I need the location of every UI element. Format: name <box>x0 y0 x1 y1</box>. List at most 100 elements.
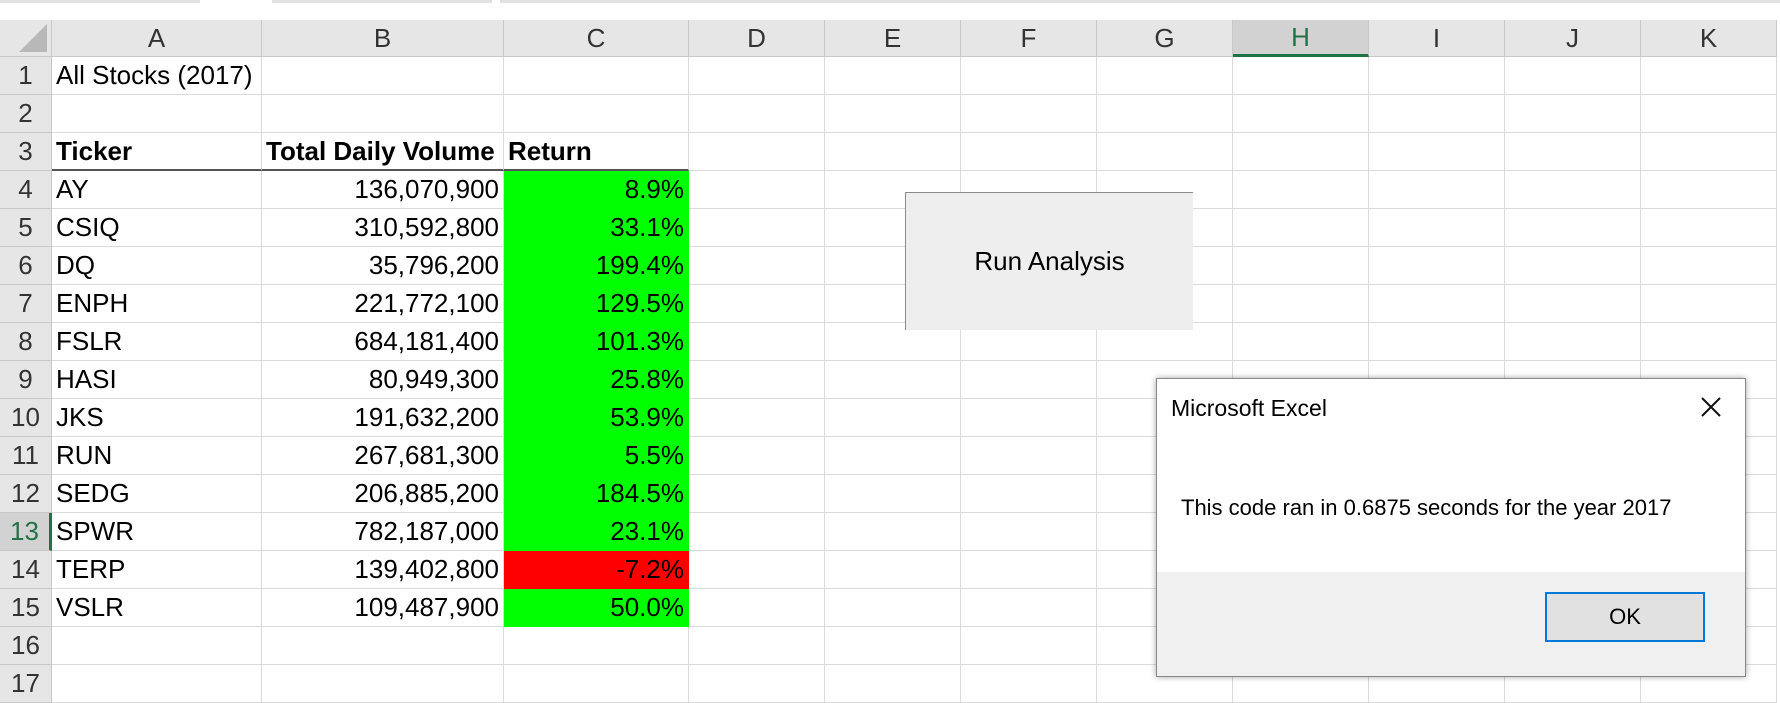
cell[interactable]: JKS <box>52 399 262 437</box>
cell[interactable] <box>689 247 825 285</box>
cell[interactable] <box>689 665 825 703</box>
cell[interactable] <box>1369 285 1505 323</box>
cell[interactable] <box>961 95 1097 133</box>
cell[interactable]: 33.1% <box>504 209 689 247</box>
column-header-e[interactable]: E <box>825 20 961 57</box>
cell[interactable] <box>1369 171 1505 209</box>
cell[interactable] <box>825 475 961 513</box>
cell[interactable]: Return <box>504 133 689 171</box>
cell[interactable]: Ticker <box>52 133 262 171</box>
cell[interactable]: 267,681,300 <box>262 437 504 475</box>
cell[interactable] <box>1505 133 1641 171</box>
cell[interactable]: SPWR <box>52 513 262 551</box>
cell[interactable] <box>825 133 961 171</box>
cell[interactable]: TERP <box>52 551 262 589</box>
row-header-5[interactable]: 5 <box>0 209 52 247</box>
column-header-h[interactable]: H <box>1233 20 1369 57</box>
cell[interactable] <box>689 285 825 323</box>
cell[interactable] <box>689 513 825 551</box>
cell[interactable]: DQ <box>52 247 262 285</box>
cell[interactable]: 35,796,200 <box>262 247 504 285</box>
cell[interactable] <box>1505 209 1641 247</box>
cell[interactable] <box>1505 171 1641 209</box>
close-icon[interactable] <box>1689 387 1733 427</box>
cell[interactable] <box>689 399 825 437</box>
cell[interactable] <box>825 665 961 703</box>
cell[interactable] <box>689 475 825 513</box>
cell[interactable] <box>1505 247 1641 285</box>
cell[interactable] <box>1369 95 1505 133</box>
cell[interactable] <box>961 475 1097 513</box>
cell[interactable] <box>1233 209 1369 247</box>
cell[interactable] <box>1097 57 1233 95</box>
cell[interactable] <box>1369 323 1505 361</box>
cell[interactable]: 23.1% <box>504 513 689 551</box>
cell[interactable]: 5.5% <box>504 437 689 475</box>
cell[interactable] <box>1505 323 1641 361</box>
cell[interactable] <box>689 551 825 589</box>
column-header-f[interactable]: F <box>961 20 1097 57</box>
cell[interactable] <box>1369 209 1505 247</box>
cell[interactable] <box>961 513 1097 551</box>
cell[interactable] <box>689 209 825 247</box>
cell[interactable]: FSLR <box>52 323 262 361</box>
cell[interactable]: 129.5% <box>504 285 689 323</box>
cell[interactable] <box>1233 57 1369 95</box>
cell[interactable] <box>825 513 961 551</box>
cell[interactable] <box>1641 171 1777 209</box>
row-header-2[interactable]: 2 <box>0 95 52 133</box>
cell[interactable]: CSIQ <box>52 209 262 247</box>
cell[interactable] <box>1233 285 1369 323</box>
column-header-g[interactable]: G <box>1097 20 1233 57</box>
cell[interactable] <box>1641 323 1777 361</box>
column-header-d[interactable]: D <box>689 20 825 57</box>
row-header-6[interactable]: 6 <box>0 247 52 285</box>
cell[interactable] <box>825 399 961 437</box>
cell[interactable]: SEDG <box>52 475 262 513</box>
cell[interactable]: 53.9% <box>504 399 689 437</box>
column-header-c[interactable]: C <box>504 20 689 57</box>
cell[interactable] <box>961 361 1097 399</box>
cell[interactable] <box>1641 209 1777 247</box>
cell[interactable] <box>825 57 961 95</box>
column-header-i[interactable]: I <box>1369 20 1505 57</box>
cell[interactable]: 139,402,800 <box>262 551 504 589</box>
row-header-11[interactable]: 11 <box>0 437 52 475</box>
cell[interactable] <box>1233 133 1369 171</box>
cell[interactable] <box>825 551 961 589</box>
cell[interactable] <box>1641 95 1777 133</box>
cell[interactable]: 80,949,300 <box>262 361 504 399</box>
cell[interactable] <box>961 665 1097 703</box>
cell[interactable]: 184.5% <box>504 475 689 513</box>
cell[interactable] <box>1369 133 1505 171</box>
cell[interactable]: 136,070,900 <box>262 171 504 209</box>
cell[interactable] <box>52 627 262 665</box>
cell[interactable]: 101.3% <box>504 323 689 361</box>
cell[interactable] <box>1097 133 1233 171</box>
cell[interactable] <box>1097 95 1233 133</box>
cell[interactable] <box>961 589 1097 627</box>
cell[interactable] <box>689 361 825 399</box>
cell[interactable]: HASI <box>52 361 262 399</box>
cell[interactable]: 109,487,900 <box>262 589 504 627</box>
cell[interactable] <box>825 95 961 133</box>
row-header-14[interactable]: 14 <box>0 551 52 589</box>
cell[interactable] <box>52 95 262 133</box>
cell[interactable] <box>689 627 825 665</box>
cell[interactable]: Total Daily Volume <box>262 133 504 171</box>
cell[interactable]: 25.8% <box>504 361 689 399</box>
run-analysis-button[interactable]: Run Analysis <box>905 192 1193 330</box>
cell[interactable]: 684,181,400 <box>262 323 504 361</box>
cell[interactable]: 50.0% <box>504 589 689 627</box>
cell[interactable] <box>961 551 1097 589</box>
cell[interactable] <box>961 437 1097 475</box>
cell[interactable] <box>262 95 504 133</box>
cell[interactable] <box>504 627 689 665</box>
cell[interactable]: 221,772,100 <box>262 285 504 323</box>
cell[interactable] <box>262 627 504 665</box>
row-header-4[interactable]: 4 <box>0 171 52 209</box>
column-header-k[interactable]: K <box>1641 20 1777 57</box>
row-header-3[interactable]: 3 <box>0 133 52 171</box>
cell[interactable]: VSLR <box>52 589 262 627</box>
cell[interactable]: All Stocks (2017) <box>52 57 262 95</box>
